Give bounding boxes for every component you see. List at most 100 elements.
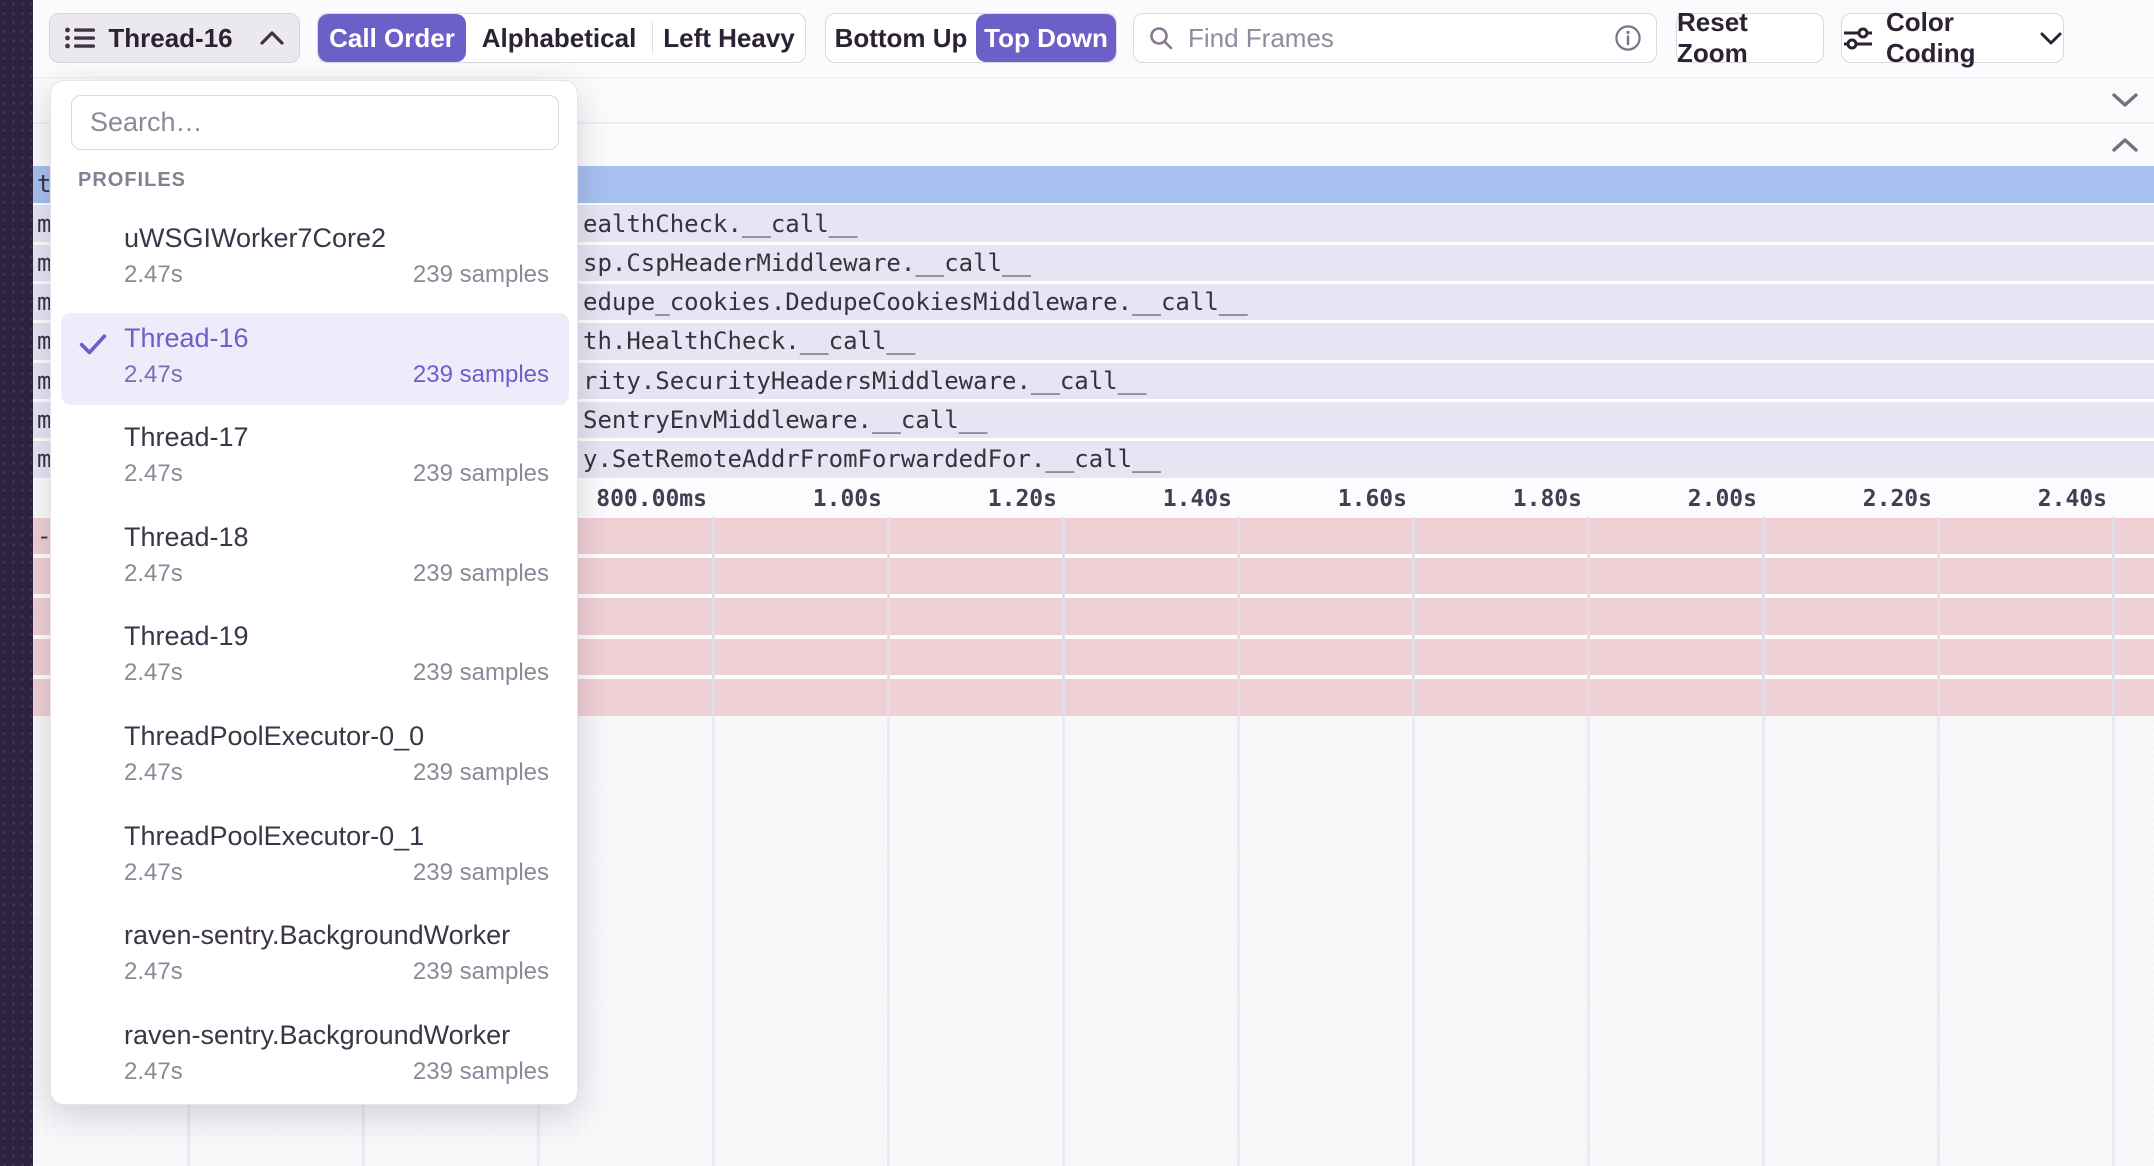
profile-item[interactable]: raven-sentry.BackgroundWorker 2.47s 239 sa… (61, 1010, 569, 1102)
time-gridline (712, 716, 715, 1166)
profile-sample-count: 239 samples (413, 759, 549, 787)
profile-sample-count: 239 samples (413, 859, 549, 887)
sort-segmented-control: Call Order Alphabetical Left Heavy (317, 13, 806, 63)
profile-item[interactable]: uWSGIWorker7Core2 2.47s 239 samples (61, 213, 569, 305)
segment-bottom-up[interactable]: Bottom Up (826, 14, 976, 62)
color-coding-button[interactable]: Color Coding (1841, 13, 2064, 63)
profile-item[interactable]: Thread-18 2.47s 239 samples (61, 512, 569, 604)
frame-function-name: y.SetRemoteAddrFromForwardedFor.__call__ (583, 445, 1161, 473)
profile-sample-count: 239 samples (413, 460, 549, 488)
time-gridline (712, 517, 715, 716)
find-frames-input[interactable] (1186, 22, 1614, 55)
segment-left-heavy[interactable]: Left Heavy (653, 14, 805, 62)
profile-duration: 2.47s (124, 460, 183, 488)
profile-item[interactable]: Thread-17 2.47s 239 samples (61, 412, 569, 504)
time-gridline (1412, 517, 1415, 716)
time-gridline (1762, 716, 1765, 1166)
segment-call-order[interactable]: Call Order (318, 14, 466, 62)
profile-name: ThreadPoolExecutor-0_1 (124, 821, 424, 852)
time-gridline (2112, 716, 2115, 1166)
chevron-up-icon (259, 30, 285, 46)
profile-duration: 2.47s (124, 859, 183, 887)
time-gridline (1937, 517, 1940, 716)
profile-name: ThreadPoolExecutor-0_0 (124, 721, 424, 752)
frame-function-name: SentryEnvMiddleware.__call__ (583, 406, 988, 434)
profile-duration: 2.47s (124, 958, 183, 986)
profile-name: Thread-17 (124, 422, 249, 453)
axis-tick-label: 1.20s (988, 486, 1057, 512)
time-gridline (1237, 716, 1240, 1166)
list-icon (64, 25, 96, 51)
reset-zoom-label: Reset Zoom (1677, 7, 1823, 69)
axis-tick-label: 1.00s (813, 486, 882, 512)
profile-name: Thread-19 (124, 621, 249, 652)
profile-sample-count: 239 samples (413, 560, 549, 588)
axis-tick-label: 2.40s (2038, 486, 2107, 512)
profile-name: uWSGIWorker7Core2 (124, 223, 386, 254)
reset-zoom-button[interactable]: Reset Zoom (1676, 13, 1824, 63)
toolbar: Thread-16 Call Order Alphabetical Left H… (33, 0, 2154, 78)
profiles-section-label: PROFILES (78, 169, 186, 192)
time-gridline (887, 716, 890, 1166)
time-gridline (1062, 716, 1065, 1166)
axis-tick-label: 1.60s (1338, 486, 1407, 512)
chevron-up-icon[interactable] (2110, 136, 2140, 154)
profile-sample-count: 239 samples (413, 361, 549, 389)
left-dark-strip (0, 0, 33, 1166)
axis-tick-label: 1.40s (1163, 486, 1232, 512)
time-gridline (1062, 517, 1065, 716)
time-gridline (1412, 716, 1415, 1166)
thread-dropdown-panel: PROFILES uWSGIWorker7Core2 2.47s 239 sampl… (50, 80, 578, 1105)
info-icon[interactable] (1614, 24, 1642, 52)
profile-duration: 2.47s (124, 1058, 183, 1086)
axis-tick-label: 2.00s (1688, 486, 1757, 512)
profile-name: raven-sentry.BackgroundWorker (124, 920, 510, 951)
profile-sample-count: 239 samples (413, 1058, 549, 1086)
thread-selector-label: Thread-16 (108, 23, 232, 54)
time-gridline (1587, 716, 1590, 1166)
profile-name: Thread-16 (124, 323, 249, 354)
thread-selector-button[interactable]: Thread-16 (49, 13, 300, 63)
profile-sample-count: 239 samples (413, 958, 549, 986)
profile-duration: 2.47s (124, 659, 183, 687)
segment-top-down[interactable]: Top Down (976, 14, 1116, 62)
profile-duration: 2.47s (124, 261, 183, 289)
dropdown-search-box[interactable] (71, 95, 559, 150)
profile-name: Thread-18 (124, 522, 249, 553)
profile-duration: 2.47s (124, 560, 183, 588)
profiler-flamegraph-screen: tmealthCheck.__call__msp.CspHeaderMiddle… (0, 0, 2154, 1166)
profile-sample-count: 239 samples (413, 261, 549, 289)
time-gridline (887, 517, 890, 716)
profile-duration: 2.47s (124, 759, 183, 787)
segment-alphabetical[interactable]: Alphabetical (466, 14, 652, 62)
profile-item[interactable]: Thread-19 2.47s 239 samples (61, 611, 569, 703)
profile-item[interactable]: ThreadPoolExecutor-0_0 2.47s 239 samples (61, 711, 569, 803)
profile-item[interactable]: raven-sentry.BackgroundWorker 2.47s 239 sa… (61, 910, 569, 1002)
frame-function-name: th.HealthCheck.__call__ (583, 327, 915, 355)
time-gridline (1762, 517, 1765, 716)
profile-name: raven-sentry.BackgroundWorker (124, 1020, 510, 1051)
color-coding-label: Color Coding (1886, 7, 2025, 69)
chevron-down-icon[interactable] (2110, 91, 2140, 109)
axis-tick-label: 2.20s (1863, 486, 1932, 512)
check-icon (76, 327, 110, 361)
time-gridline (2112, 517, 2115, 716)
time-gridline (1237, 517, 1240, 716)
profile-sample-count: 239 samples (413, 659, 549, 687)
profile-item[interactable]: Thread-16 2.47s 239 samples (61, 313, 569, 405)
find-frames-search[interactable] (1133, 13, 1657, 63)
axis-tick-label: 1.80s (1513, 486, 1582, 512)
direction-segmented-control: Bottom Up Top Down (825, 13, 1117, 63)
frame-function-name: ealthCheck.__call__ (583, 210, 858, 238)
time-gridline (1937, 716, 1940, 1166)
sliders-icon (1842, 25, 1874, 51)
profile-duration: 2.47s (124, 361, 183, 389)
search-icon (1148, 25, 1174, 51)
dropdown-search-input[interactable] (88, 106, 542, 139)
chevron-down-icon (2039, 31, 2063, 46)
profile-item[interactable]: ThreadPoolExecutor-0_1 2.47s 239 samples (61, 811, 569, 903)
frame-function-name: edupe_cookies.DedupeCookiesMiddleware.__… (583, 288, 1248, 316)
axis-tick-label: 800.00ms (596, 486, 707, 512)
time-gridline (1587, 517, 1590, 716)
frame-function-name: rity.SecurityHeadersMiddleware.__call__ (583, 367, 1147, 395)
